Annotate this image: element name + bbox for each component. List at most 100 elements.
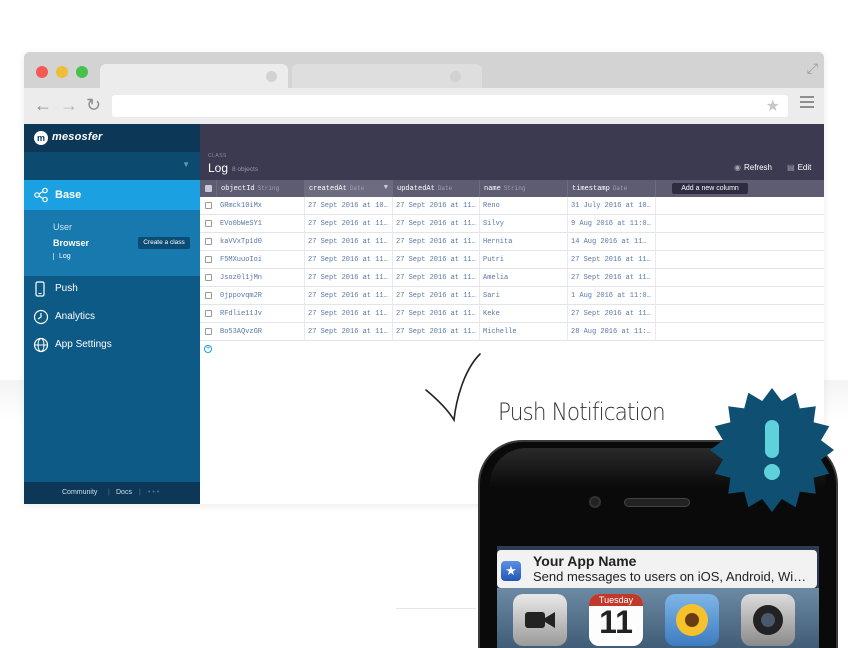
sidebar-item-app-settings[interactable]: App Settings [24,334,200,356]
table-cell[interactable]: 27 Sept 2016 at 11… [305,251,393,269]
row-checkbox[interactable] [205,274,212,281]
exclamation-dot [764,464,780,480]
table-row[interactable]: kaVVxTp1d0 27 Sept 2016 at 11… 27 Sept 201… [200,233,824,251]
more-menu-icon[interactable]: • • • [148,489,159,496]
table-row[interactable]: EVo0bWeSY1 27 Sept 2016 at 11… 27 Sept 201… [200,215,824,233]
table-cell[interactable]: 27 Sept 2016 at 11… [568,305,656,323]
table-cell[interactable]: 27 Sept 2016 at 11… [305,323,393,341]
table-cell[interactable]: 27 Sept 2016 at 11… [305,287,393,305]
fullscreen-icon[interactable]: ⤢ [807,60,818,77]
submenu-browser-link[interactable]: Browser [53,238,89,248]
table-row[interactable]: Bo53AQvzGR 27 Sept 2016 at 11… 27 Sept 201… [200,323,824,341]
add-row-icon[interactable]: + [204,345,212,353]
row-checkbox[interactable] [205,292,212,299]
table-cell[interactable]: 0jppovqm2R [217,287,305,305]
table-row[interactable]: Jsoz0l1jMn 27 Sept 2016 at 11… 27 Sept 201… [200,269,824,287]
table-cell[interactable]: 27 Sept 2016 at 11… [305,305,393,323]
reload-icon[interactable]: ↻ [86,95,101,115]
refresh-button[interactable]: ◉ Refresh [734,163,772,172]
table-cell[interactable]: 27 Sept 2016 at 11… [393,197,480,215]
table-cell[interactable]: 27 Sept 2016 at 10… [305,197,393,215]
calendar-icon[interactable]: Tuesday 11 [589,594,643,646]
row-checkbox[interactable] [205,202,212,209]
browser-tab-active[interactable] [100,64,288,90]
table-cell[interactable]: Jsoz0l1jMn [217,269,305,287]
column-header-objectid[interactable]: objectId String [217,180,305,197]
table-cell[interactable]: Hernita [480,233,568,251]
app-selector[interactable]: ▼ [24,152,200,180]
browser-toolbar: ← → ↻ ★ [24,88,824,124]
back-icon[interactable]: ← [34,95,52,115]
table-cell[interactable]: kaVVxTp1d0 [217,233,305,251]
table-cell[interactable]: F5MXuuoIoi [217,251,305,269]
table-cell[interactable]: 27 Sept 2016 at 11… [393,287,480,305]
row-checkbox[interactable] [205,220,212,227]
table-cell[interactable]: GRmck10iMx [217,197,305,215]
table-cell[interactable]: Putri [480,251,568,269]
table-cell[interactable]: 9 Aug 2016 at 11:0… [568,215,656,233]
add-column-button[interactable]: Add a new column [672,183,748,194]
row-checkbox[interactable] [205,310,212,317]
column-header-updatedat[interactable]: updatedAt Date [393,180,480,197]
table-cell[interactable]: 28 Aug 2016 at 11:… [568,323,656,341]
table-cell[interactable]: Amelia [480,269,568,287]
column-header-createdat[interactable]: createdAt Date ▼ [305,180,393,197]
table-row[interactable]: 0jppovqm2R 27 Sept 2016 at 11… 27 Sept 201… [200,287,824,305]
community-link[interactable]: Community [62,489,97,496]
table-cell[interactable]: Silvy [480,215,568,233]
table-cell[interactable]: 27 Sept 2016 at 11… [568,251,656,269]
table-cell[interactable]: 27 Sept 2016 at 11… [393,323,480,341]
table-row[interactable]: GRmck10iMx 27 Sept 2016 at 10… 27 Sept 201… [200,197,824,215]
push-notification-banner[interactable]: ★ Your App Name Send messages to users o… [497,550,817,588]
table-cell[interactable]: 1 Aug 2016 at 11:0… [568,287,656,305]
tab-close-icon[interactable] [450,71,461,82]
row-checkbox[interactable] [205,238,212,245]
sidebar-item-analytics[interactable]: Analytics [24,306,200,328]
column-header-timestamp[interactable]: timestamp Date [568,180,656,197]
table-cell[interactable]: 14 Aug 2016 at 11… [568,233,656,251]
table-cell[interactable]: 27 Sept 2016 at 11… [393,251,480,269]
row-checkbox[interactable] [205,256,212,263]
table-row[interactable]: F5MXuuoIoi 27 Sept 2016 at 11… 27 Sept 201… [200,251,824,269]
table-cell[interactable]: 27 Sept 2016 at 11… [393,215,480,233]
edit-button[interactable]: ▤ Edit [787,163,811,172]
bookmark-star-icon[interactable]: ★ [766,96,780,116]
address-bar[interactable]: ★ [112,95,788,117]
table-cell[interactable]: EVo0bWeSY1 [217,215,305,233]
docs-link[interactable]: Docs [116,489,132,496]
table-row[interactable]: RFdlie11Jv 27 Sept 2016 at 11… 27 Sept 201… [200,305,824,323]
create-class-button[interactable]: Create a class [138,237,190,249]
browser-tab[interactable] [292,64,482,90]
zoom-window-button[interactable] [76,66,88,78]
table-cell[interactable]: RFdlie11Jv [217,305,305,323]
table-cell[interactable]: 27 Sept 2016 at 11… [305,269,393,287]
submenu-user-link[interactable]: User [53,222,72,232]
column-header-name[interactable]: name String [480,180,568,197]
camera-icon[interactable] [741,594,795,646]
table-cell[interactable]: 31 July 2016 at 10… [568,197,656,215]
forward-icon[interactable]: → [60,95,78,115]
table-cell[interactable]: Reno [480,197,568,215]
sort-descending-icon[interactable]: ▼ [384,180,388,197]
table-cell[interactable]: 27 Sept 2016 at 11… [393,233,480,251]
photos-icon[interactable] [665,594,719,646]
facetime-icon[interactable] [513,594,567,646]
table-cell[interactable]: 27 Sept 2016 at 11… [393,269,480,287]
table-cell[interactable]: 27 Sept 2016 at 11… [393,305,480,323]
sidebar-item-base[interactable]: Base [24,180,200,210]
table-cell[interactable]: Bo53AQvzGR [217,323,305,341]
table-cell[interactable]: Michelle [480,323,568,341]
tab-close-icon[interactable] [266,71,277,82]
table-cell[interactable]: 27 Sept 2016 at 11… [305,215,393,233]
select-all-checkbox[interactable] [205,185,212,192]
class-link-log[interactable]: Log [53,253,71,260]
minimize-window-button[interactable] [56,66,68,78]
table-cell[interactable]: Sari [480,287,568,305]
table-cell[interactable]: 27 Sept 2016 at 11… [568,269,656,287]
row-checkbox[interactable] [205,328,212,335]
close-window-button[interactable] [36,66,48,78]
hamburger-menu-icon[interactable] [800,96,814,111]
table-cell[interactable]: Keke [480,305,568,323]
sidebar-item-push[interactable]: Push [24,278,200,300]
table-cell[interactable]: 27 Sept 2016 at 11… [305,233,393,251]
